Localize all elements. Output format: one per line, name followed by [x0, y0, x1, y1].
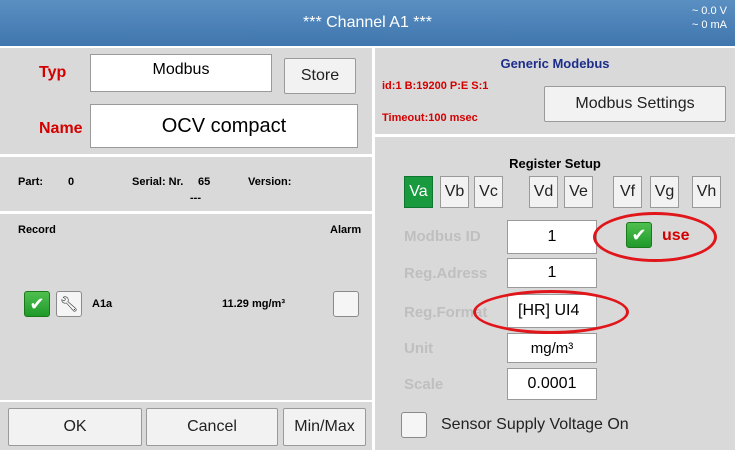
name-label: Name: [39, 120, 83, 137]
cancel-button[interactable]: Cancel: [146, 408, 278, 446]
generic-modbus-header: Generic Modebus: [500, 56, 610, 71]
modbus-info-line1: id:1 B:19200 P:E S:1: [382, 80, 489, 92]
serial-label: Serial: Nr.: [132, 176, 184, 188]
tab-vc[interactable]: Vc: [474, 176, 503, 208]
record-label: Record: [18, 224, 56, 236]
sensor-supply-checkbox[interactable]: [401, 412, 427, 438]
register-setup-title: Register Setup: [509, 156, 601, 171]
unit-field[interactable]: mg/m³: [507, 333, 597, 363]
voltage-readout: ~ 0.0 V: [691, 5, 727, 17]
part-label: Part:: [18, 176, 44, 188]
modbus-id-field[interactable]: 1: [507, 220, 597, 254]
modbus-id-label: Modbus ID: [404, 228, 481, 245]
tab-vg[interactable]: Vg: [650, 176, 679, 208]
serial-value: 65: [198, 176, 211, 188]
typ-label: Typ: [39, 64, 67, 81]
alarm-label: Alarm: [330, 224, 362, 236]
device-info-panel: [0, 157, 372, 211]
scale-label: Scale: [404, 376, 444, 393]
window-title: *** Channel A1 ***: [303, 14, 432, 31]
version-label: Version:: [248, 176, 292, 188]
tab-ve[interactable]: Ve: [564, 176, 593, 208]
title-bar: *** Channel A1 *** ~ 0.0 V ~ 0 mA: [0, 0, 735, 46]
channel-value: 11.29 mg/m³: [222, 298, 285, 310]
annotation-ellipse-use: [593, 212, 717, 262]
part-value: 0: [68, 176, 75, 188]
channel-name: A1a: [92, 298, 113, 310]
scale-field[interactable]: 0.0001: [507, 368, 597, 400]
tab-va[interactable]: Va: [404, 176, 433, 208]
current-readout: ~ 0 mA: [691, 19, 727, 31]
wrench-icon: 🔧︎: [59, 296, 79, 313]
record-checkbox[interactable]: ✔: [24, 291, 50, 317]
ok-button[interactable]: OK: [8, 408, 142, 446]
name-field[interactable]: OCV compact: [90, 104, 358, 148]
annotation-ellipse-reg-format: [473, 290, 629, 334]
alarm-checkbox[interactable]: [333, 291, 359, 317]
sensor-supply-label: Sensor Supply Voltage On: [441, 416, 629, 433]
minmax-button[interactable]: Min/Max: [283, 408, 366, 446]
modbus-info-line2: Timeout:100 msec: [382, 112, 478, 124]
tab-vd[interactable]: Vd: [529, 176, 558, 208]
tab-vb[interactable]: Vb: [440, 176, 469, 208]
unit-label: Unit: [404, 340, 434, 357]
version-value: ---: [190, 192, 201, 204]
supply-readout: ~ 0.0 V ~ 0 mA: [692, 4, 727, 32]
tab-vh[interactable]: Vh: [692, 176, 721, 208]
tab-vf[interactable]: Vf: [613, 176, 642, 208]
typ-field[interactable]: Modbus: [90, 54, 272, 92]
reg-adress-field[interactable]: 1: [507, 258, 597, 288]
channel-config-button[interactable]: 🔧︎: [56, 291, 82, 317]
store-button[interactable]: Store: [284, 58, 356, 94]
modbus-settings-button[interactable]: Modbus Settings: [544, 86, 726, 122]
reg-adress-label: Reg.Adress: [404, 265, 488, 282]
